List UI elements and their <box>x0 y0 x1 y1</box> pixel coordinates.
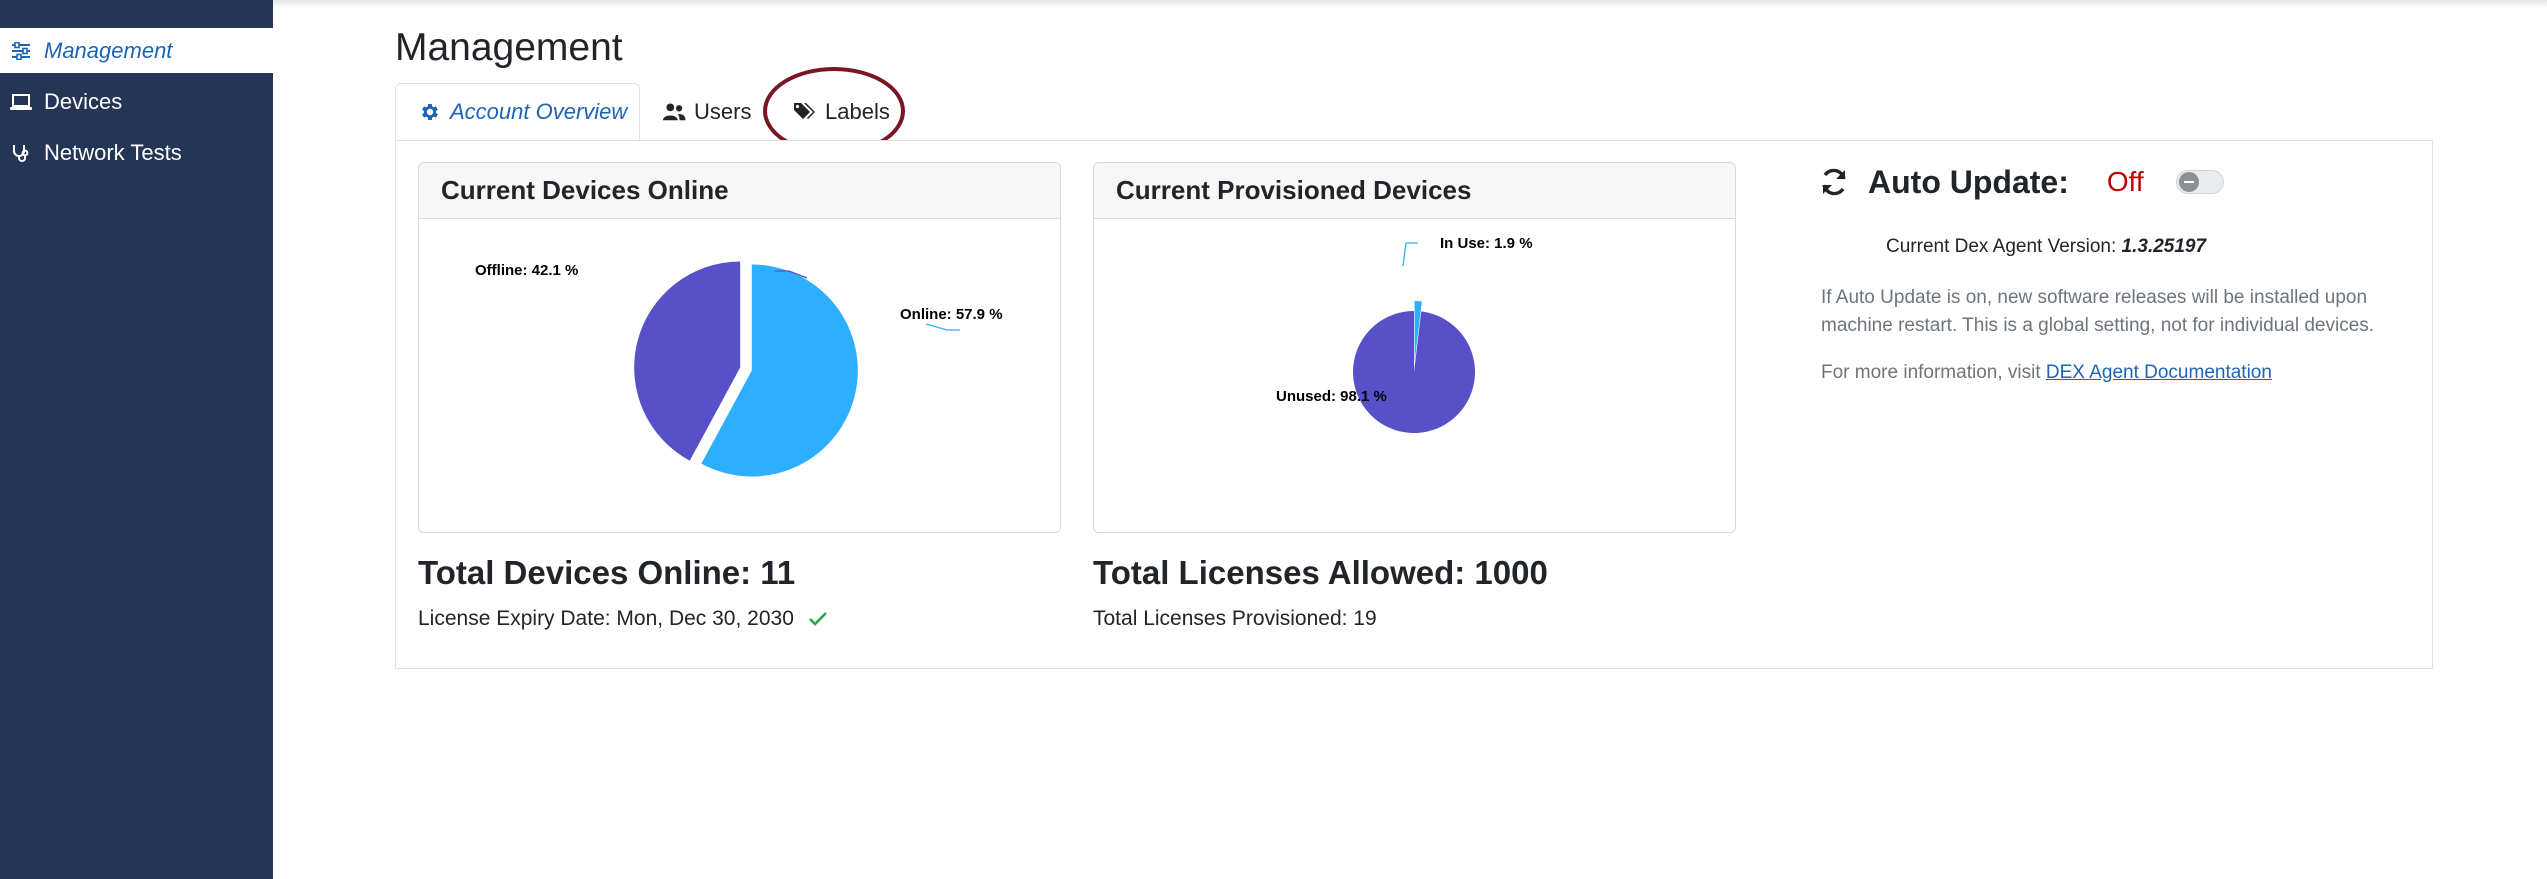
sidebar-item-management[interactable]: Management <box>0 28 273 73</box>
laptop-icon <box>10 91 32 113</box>
auto-update-description: If Auto Update is on, new software relea… <box>1821 287 2375 336</box>
tags-icon <box>793 100 817 124</box>
pie-label-offline: Offline: 42.1 % <box>475 262 578 279</box>
tab-label: Account Overview <box>450 98 628 124</box>
leader-line-online <box>925 323 960 331</box>
page-title: Management <box>395 26 623 69</box>
sidebar: Management Devices Network Tests <box>0 0 273 879</box>
pie-label-in-use: In Use: 1.9 % <box>1440 235 1533 252</box>
auto-update-row: Auto Update: Off <box>1818 157 2224 207</box>
pie-label-online: Online: 57.9 % <box>900 306 1003 323</box>
leader-line-in-use <box>1402 242 1418 267</box>
stethoscope-icon <box>10 142 32 164</box>
refresh-icon <box>1818 166 1850 198</box>
gear-icon <box>418 100 442 124</box>
auto-update-toggle[interactable] <box>2175 170 2224 194</box>
tab-label: Labels <box>825 98 890 124</box>
dex-agent-documentation-link[interactable]: DEX Agent Documentation <box>2046 362 2272 383</box>
pie-label-unused: Unused: 98.1 % <box>1276 388 1387 405</box>
auto-update-status: Off <box>2106 166 2144 197</box>
card-title: Current Devices Online <box>419 163 1060 219</box>
tab-users[interactable]: Users <box>662 83 762 140</box>
total-devices-online: Total Devices Online: 11 <box>418 554 796 591</box>
sidebar-item-label: Network Tests <box>44 139 182 165</box>
total-licenses-provisioned: Total Licenses Provisioned: 19 <box>1093 607 1377 630</box>
version-prefix: Current Dex Agent Version: <box>1886 236 2117 257</box>
users-icon <box>662 100 686 124</box>
agent-version-line: Current Dex Agent Version: 1.3.25197 <box>1886 236 2206 258</box>
more-info-line: For more information, visit DEX Agent Do… <box>1821 362 2272 384</box>
tab-account-overview[interactable]: Account Overview <box>395 83 640 140</box>
top-shadow <box>273 0 2547 8</box>
total-licenses-allowed: Total Licenses Allowed: 1000 <box>1093 554 1548 591</box>
sidebar-item-devices[interactable]: Devices <box>0 79 273 124</box>
devices-online-card: Current Devices Online Offline: 42.1 % O… <box>418 162 1061 533</box>
sidebar-item-label: Devices <box>44 88 123 114</box>
sidebar-item-label: Management <box>44 37 173 63</box>
agent-version: 1.3.25197 <box>2121 236 2207 257</box>
tab-labels[interactable]: Labels <box>793 83 893 140</box>
check-icon <box>808 611 828 627</box>
license-expiry-text: License Expiry Date: Mon, Dec 30, 2030 <box>418 607 794 630</box>
devices-online-pie-chart: Offline: 42.1 % Online: 57.9 % <box>475 261 1003 477</box>
sliders-icon <box>10 40 32 62</box>
auto-update-title: Auto Update: <box>1868 163 2069 200</box>
toggle-knob <box>2178 172 2199 192</box>
tab-label: Users <box>694 98 752 124</box>
more-info-prefix: For more information, visit <box>1821 362 2041 383</box>
card-title: Current Provisioned Devices <box>1094 163 1735 219</box>
license-expiry: License Expiry Date: Mon, Dec 30, 2030 <box>418 607 828 631</box>
pie-slice-unused <box>1353 311 1475 433</box>
sidebar-item-network-tests[interactable]: Network Tests <box>0 130 273 175</box>
provisioned-devices-card: Current Provisioned Devices In Use: 1.9 … <box>1093 162 1736 533</box>
provisioned-pie-chart: In Use: 1.9 % Unused: 98.1 % <box>1276 235 1533 433</box>
